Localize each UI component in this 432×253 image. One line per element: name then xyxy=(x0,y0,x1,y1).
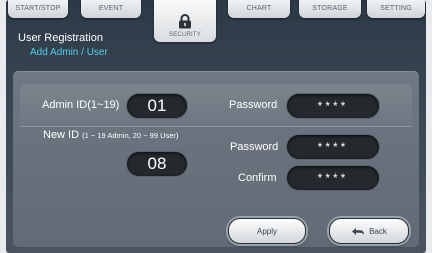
tab-setting[interactable]: SETTING xyxy=(367,0,425,18)
tab-label: SECURITY xyxy=(169,32,201,38)
admin-password-label: Password xyxy=(229,99,278,111)
tab-label: SETTING xyxy=(380,4,412,12)
tab-label: START/STOP xyxy=(15,4,61,12)
confirm-label: Confirm xyxy=(238,172,277,184)
new-id-field[interactable]: 08 xyxy=(127,152,187,176)
tab-chart[interactable]: CHART xyxy=(228,0,290,18)
tab-security[interactable]: SECURITY xyxy=(154,0,216,42)
tab-start-stop[interactable]: START/STOP xyxy=(8,0,68,18)
lock-icon xyxy=(179,14,191,29)
tab-event[interactable]: EVENT xyxy=(81,0,141,18)
tab-label: STORAGE xyxy=(312,4,348,12)
page-title: User Registration xyxy=(18,32,103,44)
back-arrow-icon xyxy=(352,227,365,235)
new-password-label: Password xyxy=(230,141,279,153)
apply-button-label: Apply xyxy=(256,226,277,236)
tab-storage[interactable]: STORAGE xyxy=(299,0,361,18)
back-button-label: Back xyxy=(369,226,387,236)
admin-id-field[interactable]: 01 xyxy=(127,94,187,118)
new-password-field[interactable]: **** xyxy=(287,135,379,159)
back-button[interactable]: Back xyxy=(329,218,409,244)
new-id-hint: (1 ~ 19 Admin, 20 ~ 99 User) xyxy=(82,131,179,140)
tab-label: EVENT xyxy=(98,4,124,12)
admin-password-field[interactable]: **** xyxy=(287,94,379,118)
admin-id-label: Admin ID(1~19) xyxy=(42,99,120,111)
tab-label: CHART xyxy=(246,4,272,12)
apply-button[interactable]: Apply xyxy=(228,218,306,244)
new-id-label-text: New ID xyxy=(43,129,80,141)
page-subtitle: Add Admin / User xyxy=(30,47,108,58)
new-id-label: New ID (1 ~ 19 Admin, 20 ~ 99 User) xyxy=(43,129,178,141)
confirm-password-field[interactable]: **** xyxy=(287,166,379,190)
